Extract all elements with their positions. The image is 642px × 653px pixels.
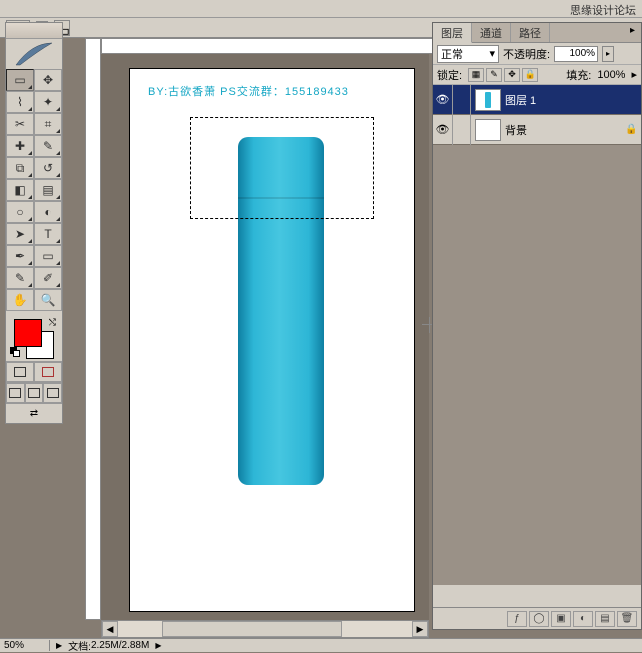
- panel-footer: ƒ ◯ ▣ ◐ ▤ 🗑: [433, 607, 641, 629]
- adjustment-layer-icon[interactable]: ◐: [573, 611, 593, 627]
- stamp-tool[interactable]: ⧉: [6, 157, 34, 179]
- default-colors-icon[interactable]: [10, 347, 22, 359]
- layer-row[interactable]: 👁 背景 🔒: [433, 115, 641, 145]
- toolbox-header[interactable]: [6, 23, 62, 39]
- status-arrow-icon[interactable]: ▶: [56, 641, 62, 650]
- credit-text: BY:古欲香萧 PS交流群：155189433: [148, 83, 349, 99]
- layer-row[interactable]: 👁 图层 1: [433, 85, 641, 115]
- move-tool[interactable]: ✥: [34, 69, 62, 91]
- jump-to-button[interactable]: ⇄: [6, 403, 62, 423]
- lock-badge-icon: 🔒: [625, 124, 641, 135]
- lock-all-icon[interactable]: 🔒: [522, 68, 538, 82]
- link-column[interactable]: [453, 85, 471, 115]
- visibility-icon[interactable]: 👁: [433, 85, 453, 115]
- new-set-icon[interactable]: ▣: [551, 611, 571, 627]
- tab-channels[interactable]: 通道: [472, 23, 511, 42]
- toolbox: ▭✥⌇✦✂⌗✚✎⧉↺◧▤○◐➤T✒▭✎✐✋🔍 ⤭ ⇄: [5, 22, 63, 424]
- layer-name[interactable]: 背景: [505, 122, 625, 138]
- link-column[interactable]: [453, 115, 471, 145]
- type-tool[interactable]: T: [34, 223, 62, 245]
- lock-paint-icon[interactable]: ✎: [486, 68, 502, 82]
- lock-label: 锁定:: [437, 67, 462, 83]
- blend-mode-select[interactable]: 正常▾: [437, 45, 499, 63]
- notes-tool[interactable]: ✎: [6, 267, 34, 289]
- scroll-track[interactable]: [118, 621, 412, 637]
- scroll-right-icon[interactable]: ▶: [412, 621, 428, 637]
- lock-position-icon[interactable]: ✥: [504, 68, 520, 82]
- swap-colors-icon[interactable]: ⤭: [49, 317, 56, 328]
- vertical-ruler: [85, 38, 101, 620]
- pen-tool[interactable]: ✒: [6, 245, 34, 267]
- fill-flyout-icon[interactable]: ▸: [631, 68, 637, 81]
- layer-name[interactable]: 图层 1: [505, 92, 625, 108]
- visibility-icon[interactable]: 👁: [433, 115, 453, 145]
- doc-info-label: 文档:: [68, 638, 91, 653]
- hand-tool[interactable]: ✋: [6, 289, 34, 311]
- layer-list: 👁 图层 1 👁 背景 🔒: [433, 85, 641, 585]
- edit-mode-standard[interactable]: [6, 362, 34, 382]
- panel-menu-icon[interactable]: ▸: [624, 23, 641, 42]
- history-brush-tool[interactable]: ↺: [34, 157, 62, 179]
- wand-tool[interactable]: ✦: [34, 91, 62, 113]
- fill-label: 填充:: [566, 67, 591, 83]
- eraser-tool[interactable]: ◧: [6, 179, 34, 201]
- shape-tool[interactable]: ▭: [34, 245, 62, 267]
- foreground-color-swatch[interactable]: [14, 319, 42, 347]
- marquee-tool[interactable]: ▭: [6, 69, 34, 91]
- brush-tool[interactable]: ✎: [34, 135, 62, 157]
- screen-mode-full-menu[interactable]: [25, 383, 44, 403]
- horizontal-scrollbar[interactable]: ◀ ▶: [101, 620, 429, 638]
- scroll-thumb[interactable]: [162, 621, 342, 637]
- lock-transparency-icon[interactable]: ▦: [468, 68, 484, 82]
- tab-layers[interactable]: 图层: [433, 23, 472, 43]
- layer-thumbnail[interactable]: [475, 119, 501, 141]
- opacity-label: 不透明度:: [503, 46, 550, 62]
- doc-info-value: 2.25M/2.88M: [91, 640, 149, 651]
- color-well: ⤭: [6, 315, 62, 361]
- layer-mask-icon[interactable]: ◯: [529, 611, 549, 627]
- screen-mode-standard[interactable]: [6, 383, 25, 403]
- menu-item[interactable]: [0, 0, 16, 17]
- slice-tool[interactable]: ⌗: [34, 113, 62, 135]
- menubar[interactable]: [0, 0, 642, 18]
- eyedropper-tool[interactable]: ✐: [34, 267, 62, 289]
- panel-tabs: 图层 通道 路径 ▸: [433, 23, 641, 43]
- dodge-tool[interactable]: ◐: [34, 201, 62, 223]
- watermark: 思缘设计论坛: [570, 2, 636, 18]
- document-canvas[interactable]: BY:古欲香萧 PS交流群：155189433: [129, 68, 415, 612]
- marquee-selection[interactable]: [190, 117, 374, 219]
- layer-thumbnail[interactable]: [475, 89, 501, 111]
- zoom-tool[interactable]: 🔍: [34, 289, 62, 311]
- layers-panel: 图层 通道 路径 ▸ 正常▾ 不透明度: 100% ▸ 锁定: ▦ ✎ ✥ 🔒 …: [432, 22, 642, 630]
- opacity-flyout-icon[interactable]: ▸: [602, 46, 614, 62]
- path-select-tool[interactable]: ➤: [6, 223, 34, 245]
- scroll-left-icon[interactable]: ◀: [102, 621, 118, 637]
- zoom-level[interactable]: 50%: [0, 640, 50, 651]
- fill-value[interactable]: 100%: [597, 69, 625, 81]
- app-logo-icon: [6, 39, 62, 69]
- crop-tool[interactable]: ✂: [6, 113, 34, 135]
- delete-layer-icon[interactable]: 🗑: [617, 611, 637, 627]
- layer-style-icon[interactable]: ƒ: [507, 611, 527, 627]
- status-menu-icon[interactable]: ▶: [155, 641, 161, 650]
- lasso-tool[interactable]: ⌇: [6, 91, 34, 113]
- edit-mode-quickmask[interactable]: [34, 362, 62, 382]
- opacity-value[interactable]: 100%: [554, 46, 598, 62]
- canvas-area: BY:古欲香萧 PS交流群：155189433: [101, 54, 429, 620]
- blur-tool[interactable]: ○: [6, 201, 34, 223]
- new-layer-icon[interactable]: ▤: [595, 611, 615, 627]
- status-bar: 50% ▶ 文档: 2.25M/2.88M ▶: [0, 638, 642, 652]
- gradient-tool[interactable]: ▤: [34, 179, 62, 201]
- tab-paths[interactable]: 路径: [511, 23, 550, 42]
- screen-mode-full[interactable]: [43, 383, 62, 403]
- heal-tool[interactable]: ✚: [6, 135, 34, 157]
